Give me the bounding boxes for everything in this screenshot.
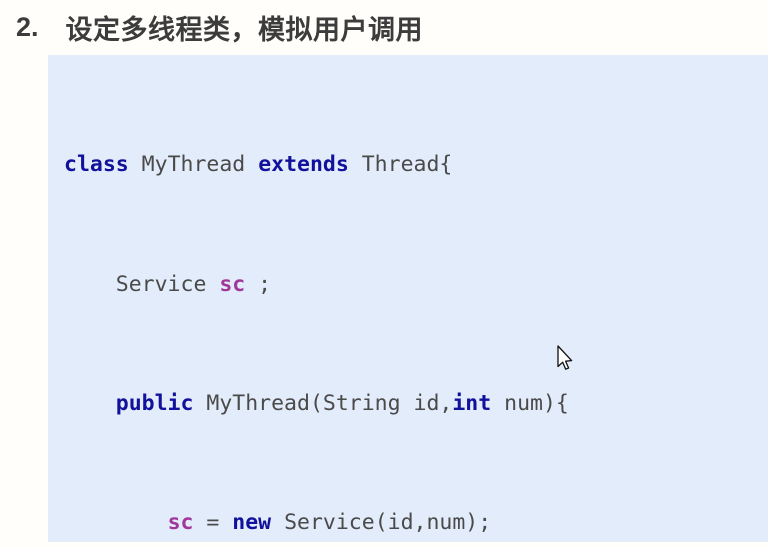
- page-title: 设定多线程类，模拟用户调用: [65, 15, 424, 46]
- token-plain: num){: [491, 390, 569, 416]
- slide-number: 2.: [16, 12, 39, 42]
- code-block[interactable]: class MyThread extends Thread{ Service s…: [48, 55, 768, 542]
- code-line: public MyThread(String id,int num){: [64, 389, 659, 419]
- token-plain: MyThread(String id,: [193, 390, 453, 416]
- token-keyword: public: [115, 390, 194, 416]
- token-variable: sc: [167, 509, 194, 535]
- code-line: class MyThread extends Thread{: [64, 150, 659, 180]
- token-plain: =: [193, 509, 233, 535]
- token-plain: MyThread: [128, 152, 259, 178]
- token-variable: sc: [219, 271, 246, 297]
- token-plain: ;: [245, 271, 272, 297]
- token-plain: Service: [64, 271, 220, 297]
- token-keyword: class: [64, 152, 129, 178]
- code-line: Service sc ;: [64, 270, 659, 300]
- token-plain: Service(id,num);: [271, 509, 492, 535]
- token-keyword: int: [452, 390, 492, 416]
- code-listing: class MyThread extends Thread{ Service s…: [64, 61, 659, 542]
- token-keyword: new: [232, 509, 272, 535]
- token-plain: Thread{: [348, 152, 453, 178]
- token-keyword: extends: [258, 152, 349, 178]
- slide-title-bar: 2. 设定多线程类，模拟用户调用: [0, 0, 768, 55]
- code-line: sc = new Service(id,num);: [64, 508, 659, 538]
